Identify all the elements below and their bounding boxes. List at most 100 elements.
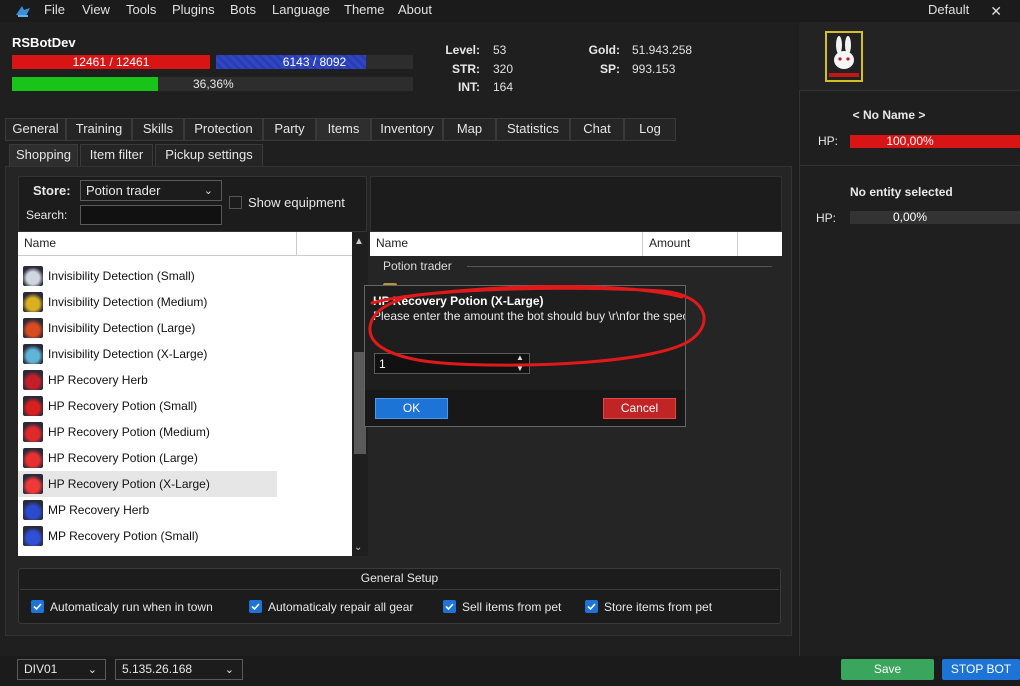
menu-bots[interactable]: Bots bbox=[230, 2, 256, 17]
tab-divider bbox=[5, 140, 676, 141]
shop-list-item[interactable]: Invisibility Detection (X-Large) bbox=[18, 341, 277, 367]
hp-bar-text: 12461 / 12461 bbox=[72, 55, 150, 69]
int-label: INT: bbox=[458, 80, 480, 94]
menu-plugins[interactable]: Plugins bbox=[172, 2, 215, 17]
gold-value: 51.943.258 bbox=[632, 43, 693, 57]
spin-down-icon[interactable]: ▼ bbox=[516, 364, 524, 373]
shop-list-item[interactable]: MP Recovery Herb bbox=[18, 497, 277, 523]
menu-theme[interactable]: Theme bbox=[344, 2, 384, 17]
ok-button[interactable]: OK bbox=[375, 398, 448, 419]
auto-repair-checkbox[interactable] bbox=[249, 600, 262, 613]
stop-bot-button[interactable]: STOP BOT bbox=[942, 659, 1020, 680]
level-value: 53 bbox=[493, 43, 507, 57]
int-value: 164 bbox=[493, 80, 514, 94]
tab-skills[interactable]: Skills bbox=[132, 118, 184, 140]
tab-chat[interactable]: Chat bbox=[570, 118, 624, 140]
menu-view[interactable]: View bbox=[82, 2, 110, 17]
shop-list-item-label: HP Recovery Potion (Large) bbox=[48, 451, 198, 465]
sp-value: 993.153 bbox=[632, 62, 676, 76]
cart-group-divider bbox=[467, 266, 772, 267]
app-logo-icon bbox=[16, 6, 30, 17]
shop-list-item[interactable]: HP Recovery Potion (Small) bbox=[18, 393, 277, 419]
potion-orange-icon bbox=[23, 318, 43, 338]
character-name: RSBotDev bbox=[12, 35, 76, 50]
shop-list-item[interactable]: Invisibility Detection (Large) bbox=[18, 315, 277, 341]
shop-item-list[interactable]: Invisibility Detection (Small) Invisibili… bbox=[18, 256, 352, 556]
tab-protection[interactable]: Protection bbox=[184, 118, 263, 140]
shop-list-item[interactable]: MP Recovery Potion (Small) bbox=[18, 523, 277, 549]
cart-group-label: Potion trader bbox=[383, 259, 452, 273]
division-value: DIV01 bbox=[24, 662, 58, 676]
scroll-up-icon[interactable]: ▲ bbox=[354, 236, 364, 247]
save-button[interactable]: Save bbox=[841, 659, 934, 680]
rabbit-icon bbox=[827, 33, 861, 80]
amount-input[interactable] bbox=[374, 353, 530, 374]
subtab-pickup-settings[interactable]: Pickup settings bbox=[155, 144, 263, 166]
menu-file[interactable]: File bbox=[44, 2, 65, 17]
shop-list-item[interactable]: HP Recovery Potion (Large) bbox=[18, 445, 277, 471]
potion-red-icon bbox=[23, 474, 43, 494]
mp-bar-text: 6143 / 8092 bbox=[282, 55, 347, 69]
subtab-shopping[interactable]: Shopping bbox=[9, 144, 78, 166]
cancel-button[interactable]: Cancel bbox=[603, 398, 676, 419]
auto-run-town-checkbox[interactable] bbox=[31, 600, 44, 613]
check-icon bbox=[251, 603, 260, 611]
profile-label[interactable]: Default bbox=[928, 2, 969, 17]
shop-list-item-label: Invisibility Detection (Large) bbox=[48, 321, 196, 335]
server-select[interactable]: 5.135.26.168 ⌄ bbox=[115, 659, 243, 680]
level-label: Level: bbox=[445, 43, 480, 57]
pet-hp-bar: 100,00% bbox=[850, 135, 1020, 148]
store-select-value: Potion trader bbox=[86, 183, 161, 198]
tab-party[interactable]: Party bbox=[263, 118, 316, 140]
division-select[interactable]: DIV01 ⌄ bbox=[17, 659, 106, 680]
shop-list-item[interactable]: HP Recovery Potion (Medium) bbox=[18, 419, 277, 445]
shop-list-item[interactable]: HP Recovery Herb bbox=[18, 367, 277, 393]
tab-training[interactable]: Training bbox=[66, 118, 132, 140]
chevron-down-icon: ⌄ bbox=[203, 185, 213, 197]
exp-bar: 36,36% bbox=[12, 77, 413, 91]
tab-items[interactable]: Items bbox=[316, 118, 371, 140]
shop-list-header: Name bbox=[18, 232, 352, 256]
menu-about[interactable]: About bbox=[398, 2, 432, 17]
herb-blue-icon bbox=[23, 500, 43, 520]
potion-yellow-icon bbox=[23, 292, 43, 312]
tab-log[interactable]: Log bbox=[624, 118, 676, 140]
show-equipment-checkbox[interactable] bbox=[229, 196, 242, 209]
shop-list-item-label: HP Recovery Potion (Medium) bbox=[48, 425, 210, 439]
store-from-pet-label: Store items from pet bbox=[604, 600, 713, 614]
search-input[interactable] bbox=[80, 205, 222, 225]
tab-general[interactable]: General bbox=[5, 118, 66, 140]
menu-tools[interactable]: Tools bbox=[126, 2, 156, 17]
pet-hp-label: HP: bbox=[818, 134, 839, 148]
general-setup-title: General Setup bbox=[360, 571, 439, 585]
menu-language[interactable]: Language bbox=[272, 2, 330, 17]
hp-bar: 12461 / 12461 bbox=[12, 55, 210, 69]
pet-rabbit-icon[interactable] bbox=[825, 31, 863, 82]
tab-statistics[interactable]: Statistics bbox=[496, 118, 570, 140]
exp-bar-text: 36,36% bbox=[193, 77, 234, 91]
shop-list-item[interactable]: Invisibility Detection (Medium) bbox=[18, 289, 277, 315]
close-icon[interactable]: ✕ bbox=[990, 3, 1002, 20]
shop-list-item-label: Invisibility Detection (Medium) bbox=[48, 295, 208, 309]
entity-hp-text: 0,00% bbox=[892, 210, 928, 224]
spin-up-icon[interactable]: ▲ bbox=[516, 353, 524, 362]
subtab-item-filter[interactable]: Item filter bbox=[80, 144, 153, 166]
store-select[interactable]: Potion trader ⌄ bbox=[80, 180, 222, 201]
cart-column-name[interactable]: Name bbox=[376, 236, 408, 250]
tab-inventory[interactable]: Inventory bbox=[371, 118, 443, 140]
store-from-pet-checkbox[interactable] bbox=[585, 600, 598, 613]
potion-red-icon bbox=[23, 422, 43, 442]
sell-from-pet-checkbox[interactable] bbox=[443, 600, 456, 613]
shop-list-item[interactable]: Invisibility Detection (Small) bbox=[18, 263, 277, 289]
right-divider bbox=[799, 90, 1020, 91]
str-label: STR: bbox=[452, 62, 480, 76]
cart-column-amount[interactable]: Amount bbox=[649, 236, 690, 250]
scroll-down-icon[interactable]: ⌄ bbox=[354, 542, 362, 553]
shop-column-name[interactable]: Name bbox=[24, 236, 56, 250]
shop-list-item-label: HP Recovery Herb bbox=[48, 373, 148, 387]
column-separator bbox=[296, 232, 297, 256]
tab-map[interactable]: Map bbox=[443, 118, 496, 140]
check-icon bbox=[445, 603, 454, 611]
sell-from-pet-label: Sell items from pet bbox=[462, 600, 562, 614]
shop-list-item[interactable]: HP Recovery Potion (X-Large) bbox=[18, 471, 277, 497]
